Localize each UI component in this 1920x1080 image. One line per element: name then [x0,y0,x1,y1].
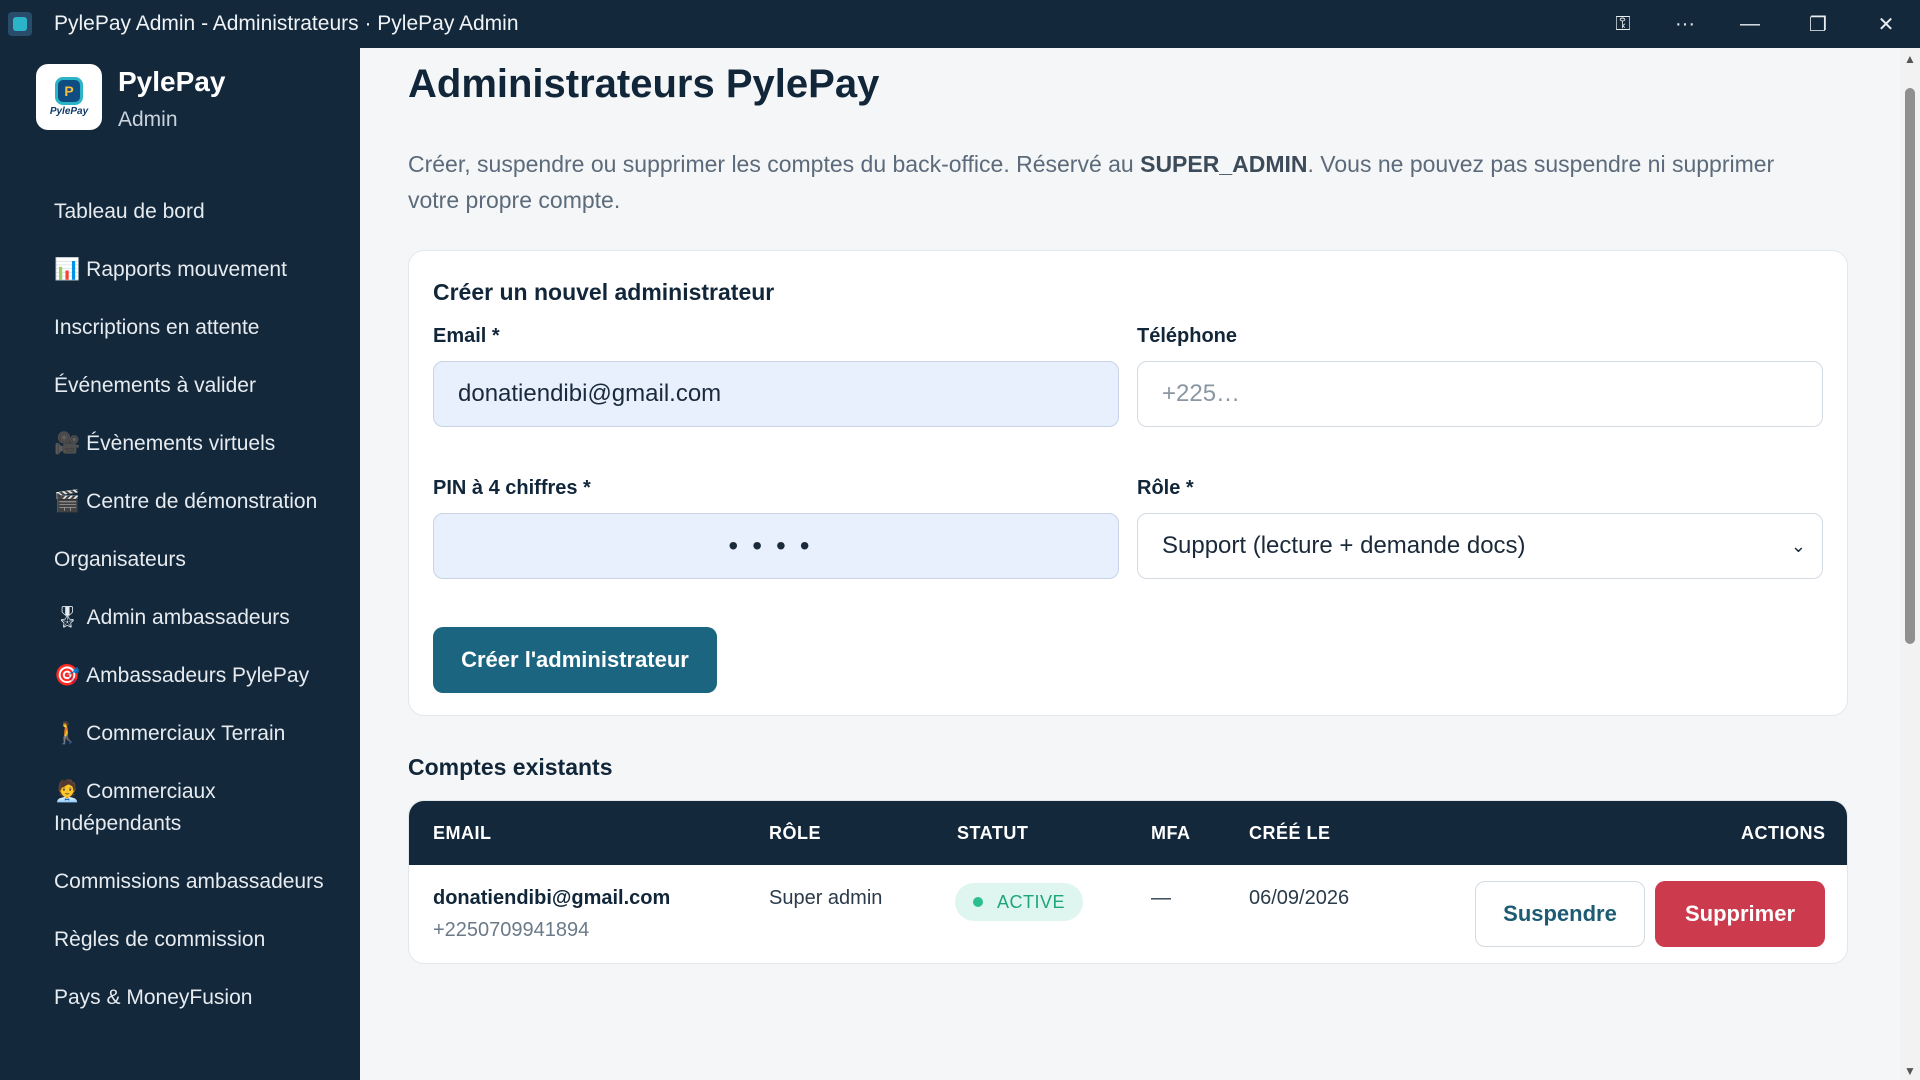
chevron-down-icon: ⌄ [1790,536,1806,556]
role-label: Rôle * [1137,477,1194,499]
scroll-down-icon[interactable]: ▼ [1904,1064,1916,1078]
sidebar-item-label: Admin ambassadeurs [86,606,290,629]
create-admin-card: Créer un nouvel administrateur Email * d… [408,250,1848,716]
sidebar-item-commerciaux-terrain[interactable]: 🚶 Commerciaux Terrain [54,718,344,750]
phone-label: Téléphone [1137,325,1238,347]
description-role: SUPER_ADMIN [1140,151,1308,177]
sidebar-item-label: Pays & MoneyFusion [54,986,253,1009]
email-label: Email * [433,325,500,347]
sidebar-item-label: Événements à valider [54,374,256,397]
email-field[interactable]: donatiendibi@gmail.com [433,361,1119,427]
accounts-table: EMAIL RÔLE STATUT MFA CRÉÉ LE ACTIONS do… [408,800,1848,964]
pin-label: PIN à 4 chiffres * [433,477,591,499]
pin-value: •••• [728,530,824,561]
minimize-button[interactable]: — [1716,0,1784,48]
sidebar-item-centre-demonstration[interactable]: 🎬 Centre de démonstration [54,486,344,518]
more-options-icon[interactable]: ··· [1654,0,1716,48]
window-controls: ⚿ ··· — ❐ ✕ [1592,0,1920,48]
row-phone: +2250709941894 [433,919,590,941]
scrollbar[interactable]: ▲ ▼ [1900,48,1920,1080]
sidebar-item-label: Règles de commission [54,928,266,951]
column-header-role: RÔLE [769,823,822,843]
sidebar-item-label: Commerciaux Terrain [86,722,286,745]
status-dot-icon [973,897,983,907]
sidebar-item-label: Centre de démonstration [86,490,318,513]
target-icon: 🎯 [54,664,81,687]
sidebar-item-commissions-ambassadeurs[interactable]: Commissions ambassadeurs [54,866,344,898]
walking-person-icon: 🚶 [54,722,81,745]
column-header-actions: ACTIONS [1741,823,1826,843]
sidebar-item-label: Rapports mouvement [86,258,287,281]
scroll-up-icon[interactable]: ▲ [1904,52,1916,66]
delete-button[interactable]: Supprimer [1655,881,1825,947]
sidebar-item-label: Inscriptions en attente [54,316,260,339]
brand[interactable]: P PylePay PylePay Admin [36,64,225,132]
status-badge: ACTIVE [955,883,1084,921]
sidebar-item-label: Commissions ambassadeurs [54,870,324,893]
bar-chart-icon: 📊 [54,258,81,281]
sidebar-item-regles-commission[interactable]: Règles de commission [54,924,344,956]
logo-mark: P [55,77,83,105]
table-header: EMAIL RÔLE STATUT MFA CRÉÉ LE ACTIONS [409,801,1847,865]
logo-wordmark: PylePay [49,106,89,117]
phone-placeholder: +225… [1162,380,1241,407]
phone-field[interactable]: +225… [1137,361,1823,427]
table-row: donatiendibi@gmail.com +2250709941894 Su… [409,865,1847,963]
restore-button[interactable]: ❐ [1784,0,1852,48]
brand-name: PylePay [118,66,226,97]
sidebar-item-organisateurs[interactable]: Organisateurs [54,544,344,576]
page-title: Administrateurs PylePay [408,62,880,106]
column-header-status: STATUT [957,823,1029,843]
role-value: Support (lecture + demande docs) [1162,532,1526,559]
sidebar-item-pays-moneyfusion[interactable]: Pays & MoneyFusion [54,982,344,1014]
sidebar: P PylePay PylePay Admin Tableau de bord … [0,48,360,1080]
window-titlebar: PylePay Admin - Administrateurs · PylePa… [0,0,1920,48]
sidebar-item-ambassadeurs-pylepay[interactable]: 🎯 Ambassadeurs PylePay [54,660,344,692]
office-worker-icon: 🧑‍💼 [54,780,81,803]
row-mfa: — [1151,887,1171,909]
app-icon [8,12,32,36]
main-content: Administrateurs PylePay Créer, suspendre… [360,48,1900,1080]
page-description: Créer, suspendre ou supprimer les compte… [408,146,1808,218]
sidebar-item-label: Évènements virtuels [86,432,276,455]
description-text: Créer, suspendre ou supprimer les compte… [408,151,1141,177]
column-header-email: EMAIL [433,823,492,843]
brand-text: PylePay Admin [118,66,225,132]
scrollbar-thumb[interactable] [1905,88,1915,644]
column-header-created: CRÉÉ LE [1249,823,1331,843]
medal-icon: 🎖 [54,606,81,629]
window-title: PylePay Admin - Administrateurs · PylePa… [54,12,519,35]
sidebar-item-label: Ambassadeurs PylePay [86,664,310,687]
create-admin-button[interactable]: Créer l'administrateur [433,627,717,693]
sidebar-item-commerciaux-independants[interactable]: 🧑‍💼 Commerciaux Indépendants [54,776,344,840]
create-admin-title: Créer un nouvel administrateur [433,279,775,305]
sidebar-item-inscriptions[interactable]: Inscriptions en attente [54,312,344,344]
brand-subtitle: Admin [118,108,178,131]
sidebar-item-label: Organisateurs [54,548,186,571]
row-role: Super admin [769,887,883,909]
email-value: donatiendibi@gmail.com [458,380,722,407]
clapperboard-icon: 🎬 [54,490,81,513]
role-select[interactable]: Support (lecture + demande docs) ⌄ [1137,513,1823,579]
sidebar-item-label: Tableau de bord [54,200,205,223]
sidebar-item-evenements-virtuels[interactable]: 🎥 Évènements virtuels [54,428,344,460]
status-text: ACTIVE [997,891,1066,912]
accounts-section-title: Comptes existants [408,754,613,780]
sidebar-item-evenements-a-valider[interactable]: Événements à valider [54,370,344,402]
pin-field[interactable]: •••• [433,513,1119,579]
sidebar-item-rapports-mouvement[interactable]: 📊 Rapports mouvement [54,254,344,286]
row-created: 06/09/2026 [1249,887,1350,909]
close-button[interactable]: ✕ [1852,0,1920,48]
sidebar-item-admin-ambassadeurs[interactable]: 🎖 Admin ambassadeurs [54,602,344,634]
suspend-button[interactable]: Suspendre [1475,881,1645,947]
column-header-mfa: MFA [1151,823,1191,843]
brand-logo: P PylePay [36,64,102,130]
video-camera-icon: 🎥 [54,432,81,455]
sidebar-nav: Tableau de bord 📊 Rapports mouvement Insc… [54,196,344,1040]
sidebar-item-tableau-de-bord[interactable]: Tableau de bord [54,196,344,228]
key-icon[interactable]: ⚿ [1592,0,1654,48]
row-email: donatiendibi@gmail.com [433,887,671,909]
